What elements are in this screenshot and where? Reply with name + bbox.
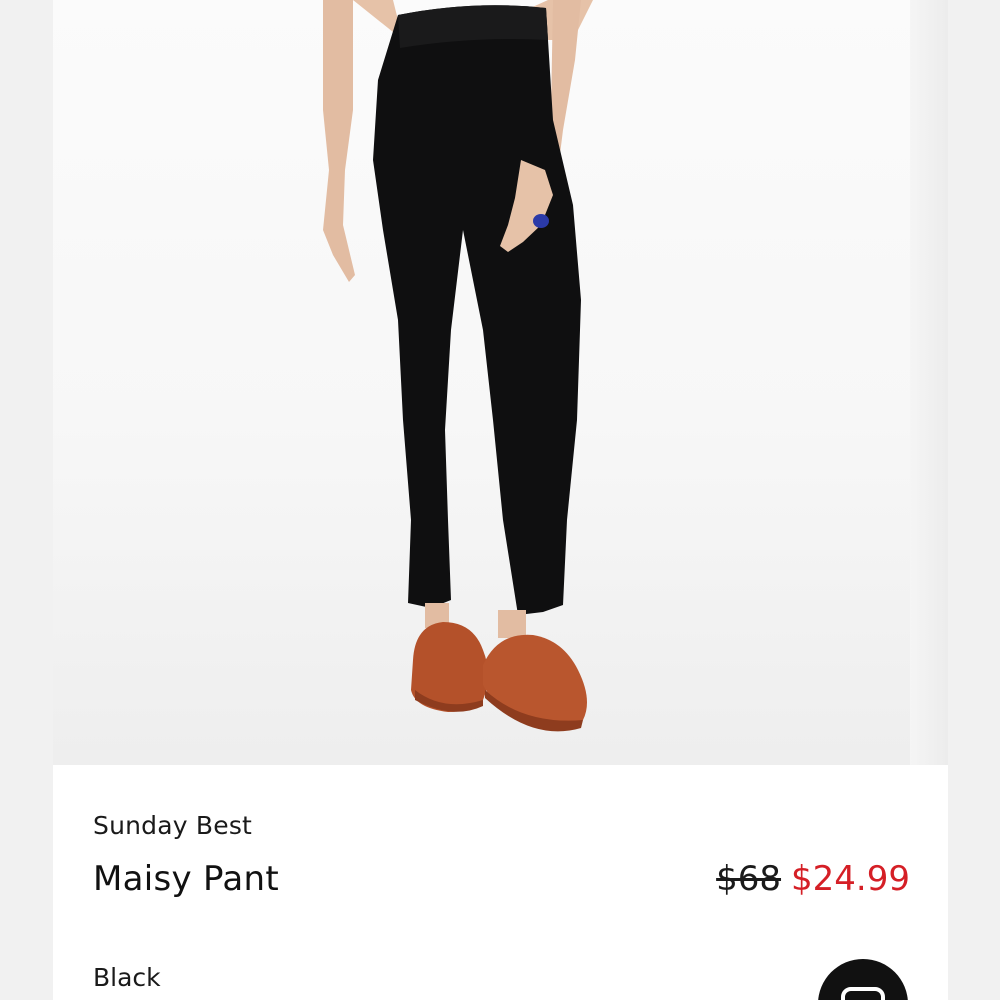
- right-gutter: [948, 0, 1000, 1000]
- model-right-ankle: [498, 610, 526, 638]
- model-illustration: [323, 0, 593, 732]
- right-clog: [483, 634, 587, 729]
- product-screen: Sunday Best Maisy Pant $68 $24.99 Black: [0, 0, 1000, 1000]
- product-info-card: Sunday Best Maisy Pant $68 $24.99 Black: [53, 765, 948, 1000]
- price: $68 $24.99: [716, 859, 910, 899]
- brand-name[interactable]: Sunday Best: [93, 811, 252, 840]
- ring-icon: [533, 214, 549, 228]
- model-left-arm: [323, 0, 355, 282]
- original-price: $68: [716, 859, 782, 899]
- product-title: Maisy Pant: [93, 859, 279, 899]
- left-gutter: [0, 0, 53, 1000]
- color-label: Black: [93, 963, 161, 992]
- model-pants: [373, 5, 581, 615]
- sale-price: $24.99: [791, 859, 910, 899]
- product-photo[interactable]: [53, 0, 948, 765]
- bag-icon: [841, 987, 885, 1000]
- bag-button[interactable]: [818, 959, 908, 1000]
